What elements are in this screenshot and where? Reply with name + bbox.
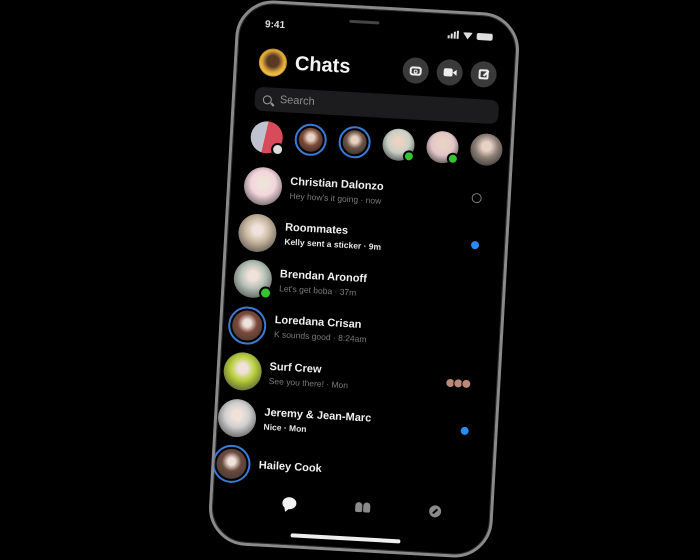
chat-meta: Loredana Crisan K sounds good · 8:24am [274,314,501,352]
chat-avatar [222,351,263,392]
camera-button[interactable] [402,56,430,85]
profile-avatar[interactable] [258,47,288,78]
chat-meta: Brendan Aronoff Let's get boba · 37m [279,268,503,305]
wifi-icon [462,31,473,40]
search-input[interactable] [277,92,433,116]
avatar-image [231,309,264,342]
phone-frame: 9:41 Chats Christian DalonzoHey how's it… [206,0,522,560]
seen-by-avatars-icon [445,377,472,390]
avatar-image [217,397,258,438]
discover-icon [428,504,441,518]
search-bar[interactable] [254,86,500,125]
story-avatar[interactable] [337,125,372,160]
online-indicator [258,286,273,301]
search-icon [262,94,273,105]
seen-by-avatar [461,378,472,390]
story-avatar[interactable] [293,122,328,157]
chats-header: Chats [258,45,498,92]
online-indicator [402,149,416,163]
page-title: Chats [294,52,352,78]
compose-button[interactable] [469,60,498,89]
add-icon [270,142,285,157]
compose-icon [478,69,489,80]
chat-avatar [217,397,258,438]
story-image [341,129,368,155]
tab-discover[interactable] [428,504,441,518]
avatar-image [222,351,263,392]
avatar-image [237,212,278,253]
story-avatar[interactable] [425,130,460,166]
chat-avatar [237,212,278,253]
camera-icon [409,65,422,76]
signal-icon [447,30,459,39]
story-image [298,127,324,153]
chat-bubble-icon [281,496,297,510]
chat-name: Hailey Cook [258,459,323,476]
story-avatar[interactable] [469,132,504,167]
video-icon [443,68,453,77]
battery-icon [476,32,493,41]
chat-avatar [227,305,268,346]
story-avatar[interactable] [381,127,416,163]
tab-chats[interactable] [281,496,297,510]
home-indicator[interactable] [290,533,401,544]
tab-people[interactable] [354,501,371,513]
video-call-button[interactable] [435,58,464,87]
chat-list: Christian Dalonzo Hey how's it going · no… [211,162,509,502]
chat-avatar [232,259,273,301]
avatar-image [216,448,248,480]
status-time: 9:41 [264,18,286,31]
avatar-image [242,166,284,207]
status-icons [447,30,493,41]
story-image [469,132,504,167]
chat-avatar [211,444,252,485]
online-indicator [446,152,460,166]
chat-meta: Jeremy & Jean-Marc Nice · Mon [263,407,495,445]
people-icon [354,501,371,513]
add-story-button[interactable] [249,120,285,157]
chat-meta: Hailey Cook [258,460,492,485]
chat-avatar [242,166,284,207]
